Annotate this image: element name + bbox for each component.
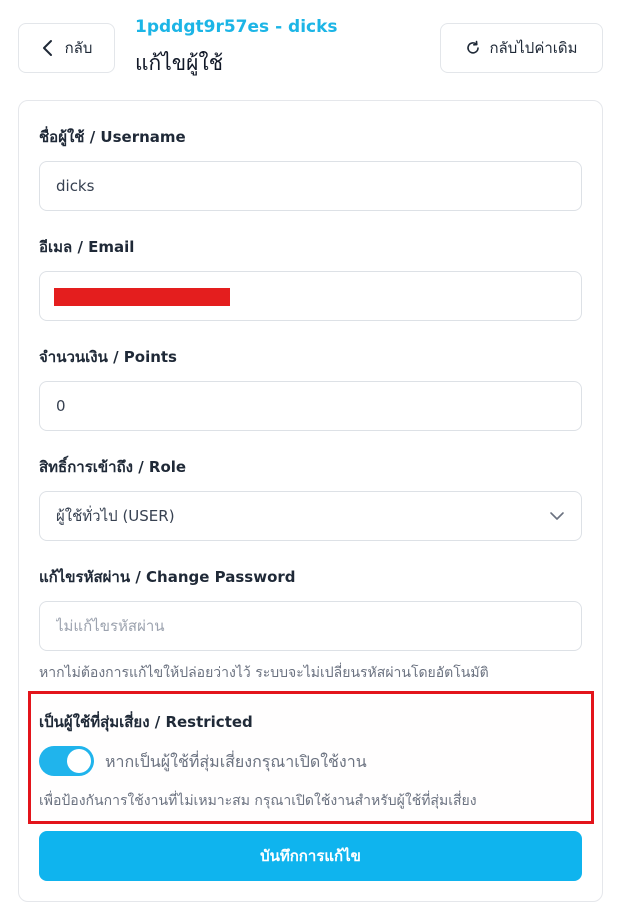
points-input[interactable] [39,381,582,431]
restricted-toggle-label: หากเป็นผู้ใช้ที่สุ่มเสี่ยงกรุณาเปิดใช้งา… [105,752,367,771]
restricted-toggle[interactable] [39,746,94,776]
reset-label: กลับไปค่าเดิม [489,39,578,57]
password-hint: หากไม่ต้องการแก้ไขให้ปล่อยว่างไว้ ระบบจะ… [39,665,489,681]
password-input[interactable] [39,601,582,651]
chevron-down-icon [549,507,565,525]
points-label: จำนวนเงิน / Points [39,348,177,366]
role-select[interactable]: ผู้ใช้ทั่วไป (USER) [39,491,582,541]
role-selected-value: ผู้ใช้ทั่วไป (USER) [56,507,175,525]
chevron-left-icon [41,39,55,57]
redaction-bar [54,288,230,306]
restricted-hint: เพื่อป้องกันการใช้งานที่ไม่เหมาะสม กรุณา… [39,793,477,809]
username-label: ชื่อผู้ใช้ / Username [39,128,186,146]
reset-button[interactable]: กลับไปค่าเดิม [440,23,603,73]
username-input[interactable] [39,161,582,211]
back-button[interactable]: กลับ [18,23,115,73]
role-label: สิทธิ์การเข้าถึง / Role [39,458,187,476]
save-button[interactable]: บันทึกการแก้ไข [39,831,582,881]
page-title: แก้ไขผู้ใช้ [135,51,223,75]
back-label: กลับ [64,39,93,57]
user-identifier: 1pddgt9r57es - dicks [135,17,338,37]
toggle-knob [67,749,91,773]
password-label: แก้ไขรหัสผ่าน / Change Password [39,568,296,586]
refresh-icon [465,40,481,56]
email-label: อีเมล / Email [39,238,135,256]
restricted-label: เป็นผู้ใช้ที่สุ่มเสี่ยง / Restricted [39,713,253,731]
